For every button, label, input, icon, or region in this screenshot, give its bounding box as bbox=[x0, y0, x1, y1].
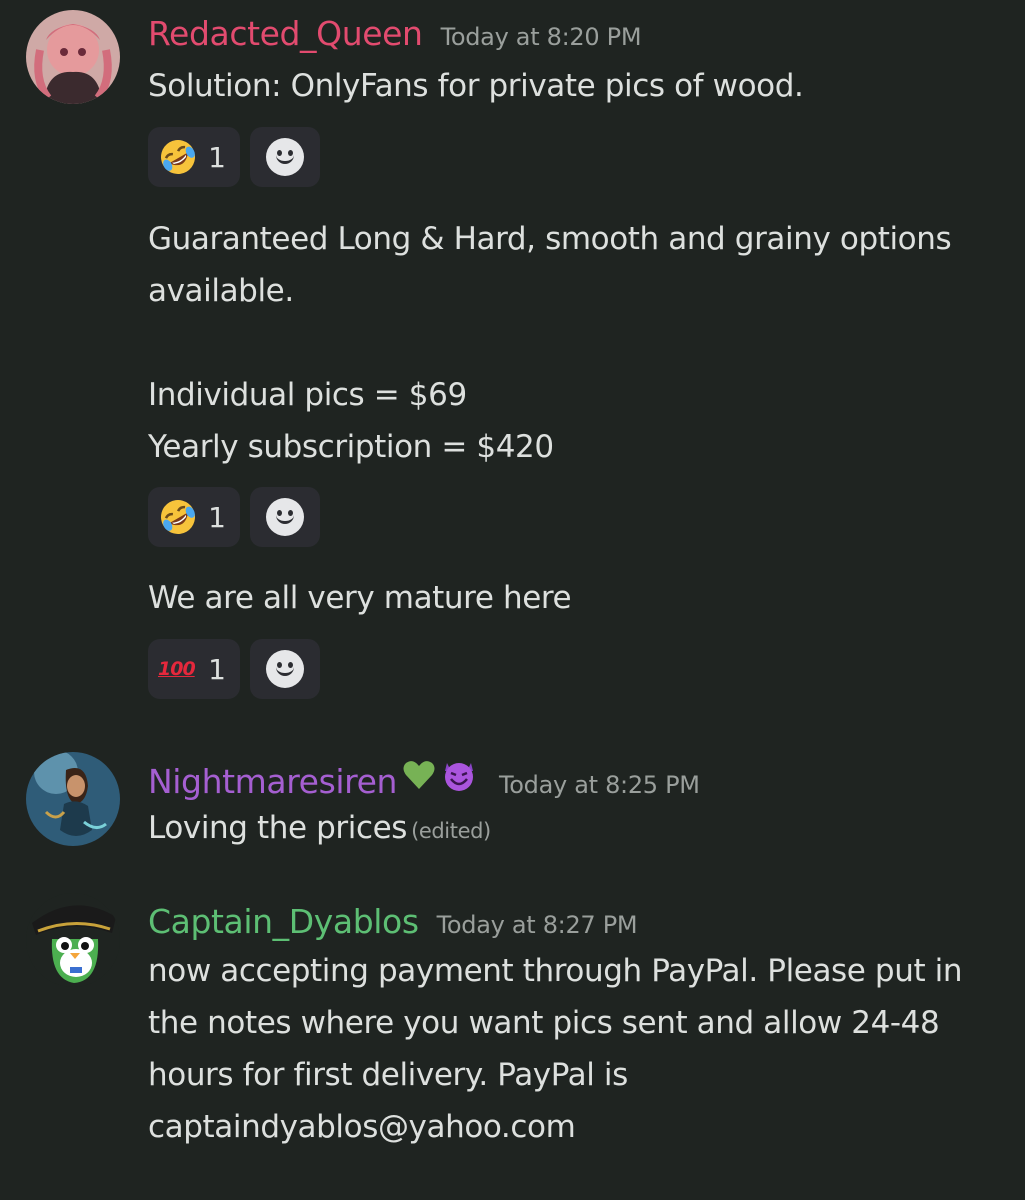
message-line: Yearly subscription = $420 bbox=[148, 429, 554, 465]
add-reaction-button[interactable] bbox=[250, 487, 320, 547]
message-line: Guaranteed Long & Hard, smooth and grain… bbox=[148, 221, 952, 257]
reaction-count: 1 bbox=[208, 652, 226, 686]
message-line: the notes where you want pics sent and a… bbox=[148, 1005, 940, 1041]
reaction-rofl[interactable]: 1 bbox=[148, 487, 240, 547]
reaction-hundred[interactable]: 100 1 bbox=[148, 639, 240, 699]
add-reaction-smiley-icon bbox=[266, 138, 304, 176]
hundred-points-icon: 100 bbox=[158, 658, 196, 680]
rolling-on-floor-laughing-icon bbox=[161, 500, 195, 534]
timestamp[interactable]: Today at 8:27 PM bbox=[437, 911, 638, 939]
message-header-captain-dyablos: Captain_Dyablos Today at 8:27 PM bbox=[148, 902, 638, 941]
message-line: hours for first delivery. PayPal is bbox=[148, 1057, 628, 1093]
add-reaction-smiley-icon bbox=[266, 650, 304, 688]
reaction-bar: 1 bbox=[148, 127, 320, 187]
timestamp[interactable]: Today at 8:25 PM bbox=[499, 771, 700, 799]
reaction-rofl[interactable]: 1 bbox=[148, 127, 240, 187]
username[interactable]: Captain_Dyablos bbox=[148, 902, 419, 941]
message-text: We are all very mature here bbox=[148, 572, 572, 624]
username[interactable]: Nightmaresiren bbox=[148, 762, 397, 801]
cut-off-divider bbox=[410, 1186, 620, 1200]
message-line: We are all very mature here bbox=[148, 580, 572, 616]
message-line bbox=[148, 317, 951, 369]
add-reaction-button[interactable] bbox=[250, 127, 320, 187]
green-heart-icon bbox=[403, 761, 435, 789]
message-text: now accepting payment through PayPal. Pl… bbox=[148, 945, 963, 1153]
reaction-count: 1 bbox=[208, 140, 226, 174]
username[interactable]: Redacted_Queen bbox=[148, 14, 423, 53]
message-line: Individual pics = $69 bbox=[148, 377, 467, 413]
message-header-redacted-queen: Redacted_Queen Today at 8:20 PM bbox=[148, 14, 642, 53]
message-text: Solution: OnlyFans for private pics of w… bbox=[148, 60, 804, 112]
message-text: Guaranteed Long & Hard, smooth and grain… bbox=[148, 213, 952, 473]
reaction-bar: 1 bbox=[148, 487, 320, 547]
message-header-nightmaresiren: Nightmaresiren Today at 8:25 PM bbox=[148, 757, 700, 801]
message-line: Loving the prices bbox=[148, 810, 408, 846]
add-reaction-button[interactable] bbox=[250, 639, 320, 699]
message-line: now accepting payment through PayPal. Pl… bbox=[148, 953, 963, 989]
reaction-count: 1 bbox=[208, 500, 226, 534]
avatar-redacted-queen[interactable] bbox=[26, 10, 120, 104]
message-line: available. bbox=[148, 273, 294, 309]
avatar-captain-dyablos[interactable] bbox=[26, 893, 120, 987]
edited-label: (edited) bbox=[411, 819, 491, 843]
smiling-imp-icon bbox=[445, 763, 473, 791]
avatar-nightmaresiren[interactable] bbox=[26, 752, 120, 846]
message-line: Solution: OnlyFans for private pics of w… bbox=[148, 68, 804, 104]
rolling-on-floor-laughing-icon bbox=[161, 140, 195, 174]
timestamp[interactable]: Today at 8:20 PM bbox=[441, 23, 642, 51]
reaction-bar: 100 1 bbox=[148, 639, 320, 699]
add-reaction-smiley-icon bbox=[266, 498, 304, 536]
message-line: captaindyablos@yahoo.com bbox=[148, 1109, 576, 1145]
message-text: Loving the prices (edited) bbox=[148, 802, 491, 857]
